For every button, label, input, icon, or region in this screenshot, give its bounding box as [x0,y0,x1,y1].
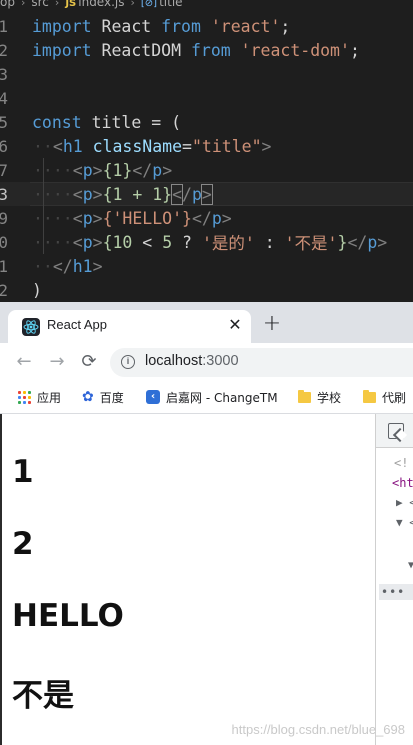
devtools-node[interactable]: ▼ [408,560,413,571]
line-number: 5 [0,112,8,132]
folder-icon [298,389,311,403]
tab-strip: React App ✕ + [0,302,413,343]
code-line[interactable]: 1 import React from 'react'; [0,14,413,38]
reload-button[interactable]: ⟳ [79,352,99,372]
line-number: 4 [0,88,8,108]
baidu-paw-icon: ✿ [82,389,94,405]
code-line[interactable]: 5 const title = ( [0,110,413,134]
code-line[interactable]: 2 import ReactDOM from 'react-dom'; [0,38,413,62]
tab-react-app[interactable]: React App ✕ [8,310,251,343]
devtools-node[interactable]: ▶ < [396,496,413,509]
more-options-icon[interactable]: ••• [379,584,413,600]
bookmark-baidu[interactable]: ✿ 百度 [82,388,124,406]
browser-window: React App ✕ + ← → ⟳ i localhost:3000 应用 … [0,302,413,745]
bookmark-apps[interactable]: 应用 [18,388,61,406]
url-text[interactable]: localhost:3000 [145,353,239,369]
breadcrumb-segment[interactable]: JS index.js [65,0,124,9]
code-line[interactable]: 2 ) [0,278,413,302]
changetm-icon: ‹ [146,390,160,404]
page-heading: HELLO [12,598,124,634]
line-number: 3 [0,184,8,204]
tab-title: React App [47,317,107,332]
breadcrumb-segment[interactable]: op [0,0,15,9]
chevron-right-icon: › [20,0,26,9]
new-tab-button[interactable]: + [262,313,282,335]
page-heading: 2 [12,526,34,562]
bookmark-folder-daishua[interactable]: 代刷 [363,388,406,406]
back-button[interactable]: ← [14,352,34,372]
inspect-element-icon[interactable] [388,423,404,439]
chevron-right-icon: › [54,0,60,9]
code-line[interactable]: 3 [0,62,413,86]
code-editor[interactable]: op › src › JS index.js › [⊘] title 1 impor… [0,0,413,302]
chevron-right-icon: › [130,0,135,9]
code-line-active[interactable]: 3 ···· < p > {1 + 1} < / p > [0,182,413,206]
bookmark-folder-school[interactable]: 学校 [298,388,341,406]
code-line[interactable]: 1 ·· </h1 > [0,254,413,278]
page-viewport: 1 2 HELLO 不是 [0,414,375,745]
page-heading: 1 [12,454,34,490]
code-line[interactable]: 0 ···· < p >{10 < 5 ? '是的' : '不是'} </p > [0,230,413,254]
devtools-node[interactable]: ▼ < [396,516,413,529]
forward-button[interactable]: → [47,352,67,372]
watermark: https://blog.csdn.net/blue_698 [231,722,405,737]
breadcrumb-segment[interactable]: src [31,0,49,9]
line-number: 1 [0,16,8,36]
page-heading: 不是 [12,678,74,714]
js-file-icon: JS [65,0,77,9]
variable-symbol-icon: [⊘] [140,0,158,9]
line-number: 6 [0,136,8,156]
code-line[interactable]: 9 ···· < p > {'HELLO'} </p > [0,206,413,230]
code-line[interactable]: 7 ···· < p > {1} </p > [0,158,413,182]
browser-toolbar: ← → ⟳ i localhost:3000 [0,343,413,381]
bookmark-changetm[interactable]: ‹ 启嘉网 - ChangeTM [146,388,278,406]
apps-grid-icon [18,390,31,404]
code-line[interactable]: 6 ·· < h1 className = "title" > [0,134,413,158]
line-number: 7 [0,160,8,180]
breadcrumb-segment[interactable]: [⊘] title [141,0,183,9]
code-line[interactable]: 4 [0,86,413,110]
react-logo-icon [22,318,40,336]
bookmarks-bar: 应用 ✿ 百度 ‹ 启嘉网 - ChangeTM 学校 代刷 [0,381,413,414]
close-icon[interactable]: ✕ [226,316,244,334]
devtools-panel: <! <ht ▶ < ▼ < ▼ ••• [375,414,413,745]
devtools-toolbar [376,414,413,448]
devtools-node[interactable]: <! [394,456,408,470]
line-number: 3 [0,64,8,84]
devtools-node[interactable]: <ht [392,476,413,490]
line-number: 9 [0,208,8,228]
folder-icon [363,389,376,403]
line-number: 0 [0,232,8,252]
breadcrumb: op › src › JS index.js › [⊘] title [0,0,183,11]
line-number: 1 [0,256,8,276]
line-number: 2 [0,40,8,60]
line-number: 2 [0,280,8,300]
info-icon[interactable]: i [121,355,135,369]
address-bar[interactable]: i localhost:3000 [110,348,413,377]
